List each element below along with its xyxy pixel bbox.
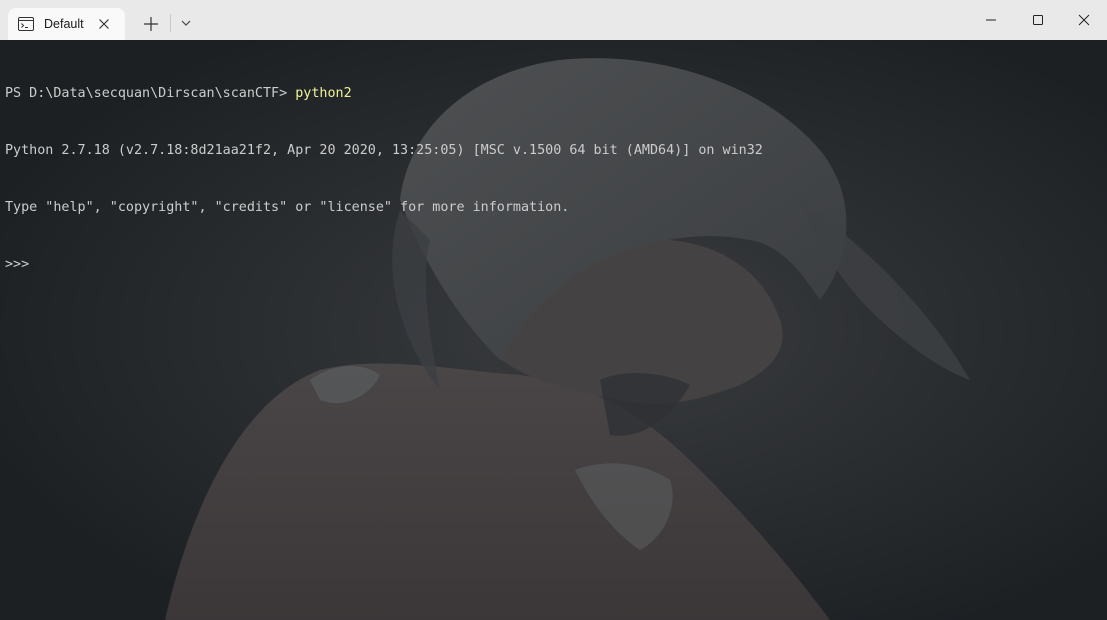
- command-line: PS D:\Data\secquan\Dirscan\scanCTF> pyth…: [5, 84, 1107, 103]
- tab-default[interactable]: Default: [8, 8, 125, 40]
- maximize-icon: [1033, 15, 1043, 25]
- repl-prompt[interactable]: >>>: [5, 255, 1107, 274]
- divider: [170, 14, 171, 32]
- typed-command: python2: [295, 86, 352, 101]
- maximize-button[interactable]: [1015, 0, 1061, 40]
- terminal-pane[interactable]: PS D:\Data\secquan\Dirscan\scanCTF> pyth…: [0, 40, 1107, 620]
- minimize-button[interactable]: [968, 0, 1014, 40]
- new-tab-plus-icon[interactable]: [141, 14, 161, 34]
- title-bar: Default: [0, 0, 1107, 40]
- shell-prompt: PS D:\Data\secquan\Dirscan\scanCTF>: [5, 86, 296, 101]
- close-tab-icon[interactable]: [98, 18, 110, 30]
- output-line: Python 2.7.18 (v2.7.18:8d21aa21f2, Apr 2…: [5, 143, 763, 158]
- tab-title: Default: [44, 17, 84, 31]
- terminal-output: PS D:\Data\secquan\Dirscan\scanCTF> pyth…: [5, 46, 1107, 312]
- close-button[interactable]: [1061, 0, 1107, 40]
- output-line: Type "help", "copyright", "credits" or "…: [5, 200, 570, 215]
- close-icon: [1078, 14, 1090, 26]
- terminal-icon: [18, 17, 34, 31]
- chevron-down-icon[interactable]: [180, 18, 192, 28]
- minimize-icon: [986, 19, 996, 21]
